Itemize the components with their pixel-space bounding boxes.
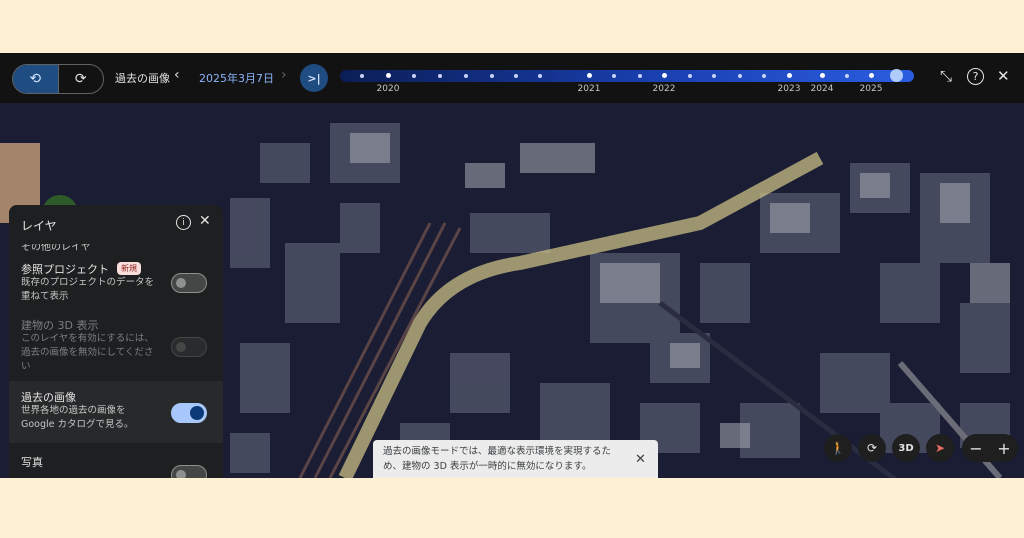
timeline-dot[interactable]	[360, 74, 364, 78]
timeline-year-label: 2022	[652, 84, 676, 94]
timeline-dot[interactable]	[490, 74, 494, 78]
photos-toggle[interactable]	[171, 465, 207, 478]
layer-title: 参照プロジェクト	[21, 263, 109, 276]
layer-description: 世界各地の過去の画像を Google カタログで見る。	[21, 405, 134, 430]
close-icon[interactable]: ✕	[635, 452, 646, 467]
pegman-icon[interactable]: 🚶	[824, 434, 852, 462]
timeline-dot[interactable]	[538, 74, 542, 78]
timeline-year-label: 2021	[577, 84, 601, 94]
layer-title: 建物の 3D 表示	[21, 319, 99, 332]
timeline-dot[interactable]	[514, 74, 518, 78]
layer-row-reference-projects[interactable]: 参照プロジェクト 新規 既存のプロジェクトのデータを重ねて表示	[9, 261, 223, 313]
zoom-in-button[interactable]: +	[990, 434, 1018, 462]
earth-app-window: ⟲ ⟳ 過去の画像 ‹ 2025年3月7日 › >| 2020 2021 202…	[0, 53, 1024, 478]
3d-buildings-toggle	[171, 337, 207, 357]
timeline-dot[interactable]	[869, 73, 874, 78]
skip-to-latest-icon[interactable]: >|	[300, 64, 328, 92]
timeline-dot[interactable]	[688, 74, 692, 78]
timeline-year-label: 2024	[810, 84, 834, 94]
reference-projects-toggle[interactable]	[171, 273, 207, 293]
rotate-view-icon[interactable]: ⟳	[858, 434, 886, 462]
timeline-dot[interactable]	[386, 73, 391, 78]
timeline-dot[interactable]	[820, 73, 825, 78]
zoom-controls: − +	[962, 434, 1018, 462]
history-toolbar: ⟲ ⟳ 過去の画像 ‹ 2025年3月7日 › >| 2020 2021 202…	[0, 53, 1024, 103]
timeline-dot[interactable]	[738, 74, 742, 78]
timeline-year-label: 2025	[859, 84, 883, 94]
zoom-out-button[interactable]: −	[962, 434, 990, 462]
layer-description: このレイヤを有効にするには、過去の画像を無効にしてください	[21, 333, 154, 372]
imagery-date-button[interactable]: 2025年3月7日	[199, 70, 274, 86]
layer-title: 写真	[21, 456, 43, 469]
collapse-icon[interactable]: ⤡	[940, 67, 952, 85]
timeline-dot[interactable]	[762, 74, 766, 78]
close-icon[interactable]: ✕	[199, 213, 211, 229]
toast-message: 過去の画像モードでは、最適な表示環境を実現するため、建物の 3D 表示が一時的に…	[383, 446, 612, 472]
layer-row-3d-buildings: 建物の 3D 表示 このレイヤを有効にするには、過去の画像を無効にしてください	[9, 317, 223, 379]
layer-row-historical-imagery[interactable]: 過去の画像 世界各地の過去の画像を Google カタログで見る。	[9, 389, 223, 441]
timeline-dot[interactable]	[787, 73, 792, 78]
timeline-slider[interactable]	[340, 69, 914, 82]
info-toast: 過去の画像モードでは、最適な表示環境を実現するため、建物の 3D 表示が一時的に…	[373, 440, 658, 478]
help-icon[interactable]: ?	[967, 68, 984, 85]
mode-toggle-group: ⟲ ⟳	[12, 64, 104, 94]
timeline-dot[interactable]	[712, 74, 716, 78]
3d-view-button[interactable]: 3D	[892, 434, 920, 462]
timeline-year-label: 2020	[376, 84, 400, 94]
layer-description: 既存のプロジェクトのデータを重ねて表示	[21, 277, 155, 302]
refresh-forward-icon[interactable]: ⟳	[58, 65, 103, 93]
layers-panel-header: レイヤ i ✕	[9, 205, 223, 241]
timeline-dot[interactable]	[464, 74, 468, 78]
historical-imagery-toggle[interactable]	[171, 403, 207, 423]
info-icon[interactable]: i	[176, 215, 191, 230]
new-badge: 新規	[117, 262, 141, 275]
timeline-year-label: 2023	[777, 84, 801, 94]
timeline-dot[interactable]	[412, 74, 416, 78]
historical-imagery-label: 過去の画像	[115, 72, 170, 85]
layers-panel: レイヤ i ✕ その他のレイヤ 参照プロジェクト 新規 既存のプロジェクトのデー…	[9, 205, 223, 478]
timeline-dot[interactable]	[845, 74, 849, 78]
chevron-right-icon[interactable]: ›	[281, 67, 287, 83]
timeline-dot[interactable]	[638, 74, 642, 78]
timeline-dot[interactable]	[438, 74, 442, 78]
timeline-dot[interactable]	[587, 73, 592, 78]
timeline-thumb[interactable]	[890, 69, 903, 82]
layers-panel-title: レイヤ	[21, 219, 57, 233]
layer-row-photos[interactable]: 写真	[9, 450, 223, 478]
chevron-left-icon[interactable]: ‹	[174, 67, 180, 83]
timeline-dot[interactable]	[612, 74, 616, 78]
history-rewind-icon[interactable]: ⟲	[13, 65, 58, 93]
compass-icon[interactable]: ➤	[926, 434, 954, 462]
close-icon[interactable]: ✕	[997, 67, 1010, 85]
timeline-dot[interactable]	[662, 73, 667, 78]
layer-title: 過去の画像	[21, 391, 76, 404]
